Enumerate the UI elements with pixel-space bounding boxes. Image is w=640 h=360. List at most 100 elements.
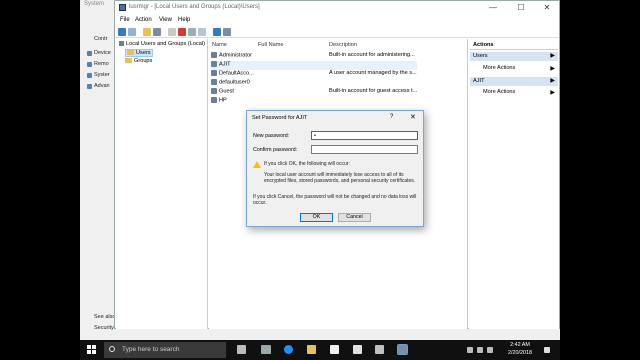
tree-root-label: Local Users and Groups (Local) <box>126 41 205 47</box>
system-sidebar-item[interactable]: Remo <box>94 61 109 67</box>
computer-icon <box>119 41 124 47</box>
column-header-description[interactable]: Description <box>329 42 357 48</box>
set-password-dialog: Set Password for AJIT ? ✕ New password: … <box>246 110 424 227</box>
forward-icon[interactable] <box>128 28 136 36</box>
app-icon <box>119 4 126 11</box>
cancel-note-line-1: If you click Cancel, the password will n… <box>253 194 417 200</box>
edge-icon[interactable] <box>284 345 293 354</box>
properties-icon[interactable] <box>188 28 196 36</box>
confirm-password-label: Confirm password: <box>253 147 298 153</box>
taskbar-search[interactable]: Type here to search <box>104 342 226 358</box>
back-icon[interactable] <box>118 28 126 36</box>
task-view-icon[interactable] <box>261 345 271 354</box>
minimize-button[interactable]: — <box>479 2 507 14</box>
submenu-arrow-icon: ▶ <box>550 66 555 72</box>
table-row[interactable]: AJIT <box>211 61 417 70</box>
user-icon <box>211 61 217 67</box>
notifications-icon[interactable] <box>544 347 550 353</box>
network-icon[interactable] <box>477 347 483 353</box>
lusrmgr-taskbar-icon[interactable] <box>397 344 408 355</box>
chevron-up-icon[interactable] <box>467 347 473 353</box>
show-hide-tree-icon[interactable] <box>153 28 161 36</box>
new-password-label: New password: <box>253 133 290 139</box>
menu-action[interactable]: Action <box>135 17 152 23</box>
volume-icon[interactable] <box>487 347 493 353</box>
title-bar[interactable]: lusrmgr - [Local Users and Groups (Local… <box>115 1 559 15</box>
file-explorer-icon[interactable] <box>307 345 316 354</box>
more-actions-ajit[interactable]: More Actions <box>483 89 515 95</box>
submenu-arrow-icon: ▶ <box>550 90 555 96</box>
warning-icon <box>253 161 261 168</box>
warning-heading: If you click OK, the following will occu… <box>264 161 350 167</box>
delete-icon[interactable] <box>178 28 186 36</box>
app-icon[interactable] <box>375 345 384 354</box>
actions-group-ajit[interactable]: AJIT <box>470 77 558 86</box>
shield-icon <box>87 73 92 78</box>
up-folder-icon[interactable] <box>143 28 151 36</box>
user-icon <box>211 70 217 76</box>
menu-bar: File Action View Help <box>115 15 559 26</box>
actions-header: Actions <box>470 41 558 50</box>
security-link[interactable]: Security <box>94 325 114 331</box>
collapse-arrow-icon[interactable]: ▶ <box>550 52 555 59</box>
table-row[interactable]: DefaultAcco... A user account managed by… <box>211 70 417 79</box>
system-sidebar-item[interactable]: Syster <box>94 72 110 78</box>
column-header-name[interactable]: Name <box>212 42 227 48</box>
help-icon[interactable]: ? <box>390 114 393 120</box>
more-actions-users[interactable]: More Actions <box>483 65 515 71</box>
tree-item-label: Users <box>136 50 151 56</box>
dialog-title: Set Password for AJIT <box>252 115 308 121</box>
folder-icon <box>125 58 132 64</box>
system-sidebar-item[interactable]: Advan <box>94 83 110 89</box>
table-row[interactable]: HP <box>211 97 417 106</box>
clock-time[interactable]: 2:42 AM <box>500 342 540 348</box>
clock-date[interactable]: 2/20/2018 <box>500 350 540 356</box>
mail-icon[interactable] <box>353 345 362 354</box>
table-row[interactable]: defaultuser0 <box>211 79 417 88</box>
tree-root[interactable]: Local Users and Groups (Local) <box>119 41 205 47</box>
tree-item-groups[interactable]: Groups <box>125 58 152 64</box>
cancel-button[interactable]: Cancel <box>338 213 371 222</box>
row-name: HP <box>219 97 227 104</box>
table-row[interactable]: Administrator Built-in account for admin… <box>211 52 417 61</box>
toolbar <box>115 26 559 38</box>
see-also-label: See also <box>94 314 116 320</box>
close-icon[interactable]: ✕ <box>410 113 416 121</box>
user-icon <box>211 52 217 58</box>
user-icon <box>211 88 217 94</box>
menu-help[interactable]: Help <box>178 17 190 23</box>
collapse-arrow-icon[interactable]: ▶ <box>550 77 555 84</box>
system-sidebar-item[interactable]: Contr <box>94 36 107 42</box>
close-button[interactable]: ✕ <box>533 2 561 14</box>
user-icon <box>211 97 217 103</box>
warning-line-2: encrypted files, stored passwords, and p… <box>264 178 416 184</box>
actions-group-users[interactable]: Users <box>470 52 558 61</box>
tree-item-users[interactable]: Users <box>125 49 153 57</box>
system-window-title: System <box>84 1 105 7</box>
action-pane-icon[interactable] <box>223 28 231 36</box>
row-description: Built-in account for guest access t... <box>329 88 418 94</box>
row-name: defaultuser0 <box>219 79 250 86</box>
column-header-full-name[interactable]: Full Name <box>258 42 284 48</box>
search-icon <box>109 346 115 352</box>
menu-file[interactable]: File <box>120 17 130 23</box>
table-row[interactable]: Guest Built-in account for guest access … <box>211 88 417 97</box>
maximize-button[interactable]: ☐ <box>507 2 535 14</box>
window-title: lusrmgr - [Local Users and Groups (Local… <box>129 4 260 10</box>
system-sidebar-item[interactable]: Device <box>94 50 111 56</box>
export-list-icon[interactable] <box>198 28 206 36</box>
tile-view-icon[interactable] <box>168 28 176 36</box>
help-icon[interactable] <box>213 28 221 36</box>
shield-icon <box>87 84 92 89</box>
windows-start-icon[interactable] <box>87 345 97 355</box>
ok-button[interactable]: OK <box>300 213 333 222</box>
shield-icon <box>87 51 92 56</box>
search-placeholder: Type here to search <box>122 346 180 353</box>
microphone-icon[interactable] <box>237 345 246 354</box>
new-password-field[interactable] <box>311 131 418 140</box>
row-description: A user account managed by the s... <box>329 70 417 76</box>
confirm-password-field[interactable] <box>311 145 418 154</box>
menu-view[interactable]: View <box>159 17 172 23</box>
store-icon[interactable] <box>330 345 339 354</box>
cancel-note-line-2: occur. <box>253 200 267 206</box>
